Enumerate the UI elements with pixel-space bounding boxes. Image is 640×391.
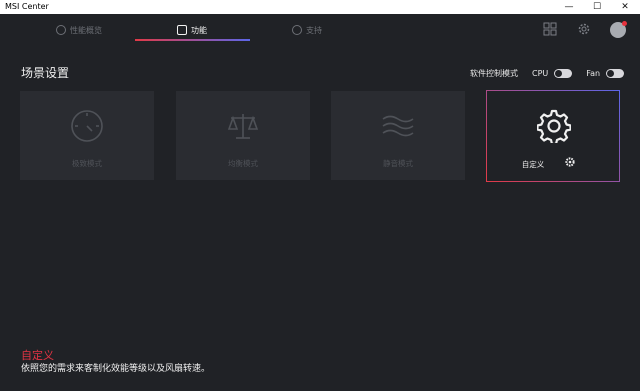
mode-label: 极致模式	[72, 159, 102, 168]
window-titlebar: MSI Center — ☐ ✕	[0, 0, 640, 14]
control-mode-label: 软件控制模式	[470, 68, 518, 78]
tab-label: 功能	[191, 25, 207, 35]
user-avatar[interactable]	[610, 21, 627, 38]
fan-label: Fan	[586, 68, 601, 78]
tab-support[interactable]: 支持	[292, 19, 322, 41]
close-button[interactable]: ✕	[611, 0, 639, 14]
minimize-button[interactable]: —	[555, 0, 583, 14]
cpu-toggle[interactable]	[554, 68, 573, 78]
settings-icon[interactable]	[577, 22, 591, 36]
gauge-icon	[56, 25, 66, 35]
page-title: 场景设置	[21, 66, 70, 80]
mode-label: 均衡模式	[228, 159, 258, 168]
mode-card-custom[interactable]: 自定义	[486, 90, 620, 182]
feature-icon	[177, 25, 187, 35]
mode-card-extreme[interactable]: 极致模式	[20, 91, 154, 180]
tab-label: 支持	[306, 25, 322, 35]
fan-toggle[interactable]	[606, 68, 625, 78]
mode-label: 自定义	[521, 160, 545, 169]
mode-card-silent[interactable]: 静音模式	[331, 91, 465, 180]
maximize-button[interactable]: ☐	[583, 0, 611, 14]
notification-dot	[622, 21, 627, 26]
mode-card-balanced[interactable]: 均衡模式	[176, 91, 310, 180]
tab-label: 性能概览	[70, 25, 102, 35]
custom-settings-gear-icon[interactable]	[565, 157, 575, 167]
mode-label: 静音模式	[383, 159, 413, 168]
speedometer-icon	[71, 110, 103, 142]
grid-icon[interactable]	[543, 22, 557, 36]
active-tab-indicator	[135, 39, 250, 41]
cpu-label: CPU	[532, 68, 549, 78]
software-control-mode: 软件控制模式 CPU Fan	[470, 66, 625, 80]
gear-icon	[537, 109, 571, 143]
balance-scale-icon	[227, 114, 259, 139]
tab-features[interactable]: 功能	[177, 19, 207, 41]
footer-mode-description: 依照您的需求来客制化效能等级以及风扇转速。	[21, 364, 211, 374]
support-icon	[292, 25, 302, 35]
wave-icon	[382, 115, 414, 137]
tab-performance-overview[interactable]: 性能概览	[56, 19, 102, 41]
window-title: MSI Center	[5, 2, 49, 11]
